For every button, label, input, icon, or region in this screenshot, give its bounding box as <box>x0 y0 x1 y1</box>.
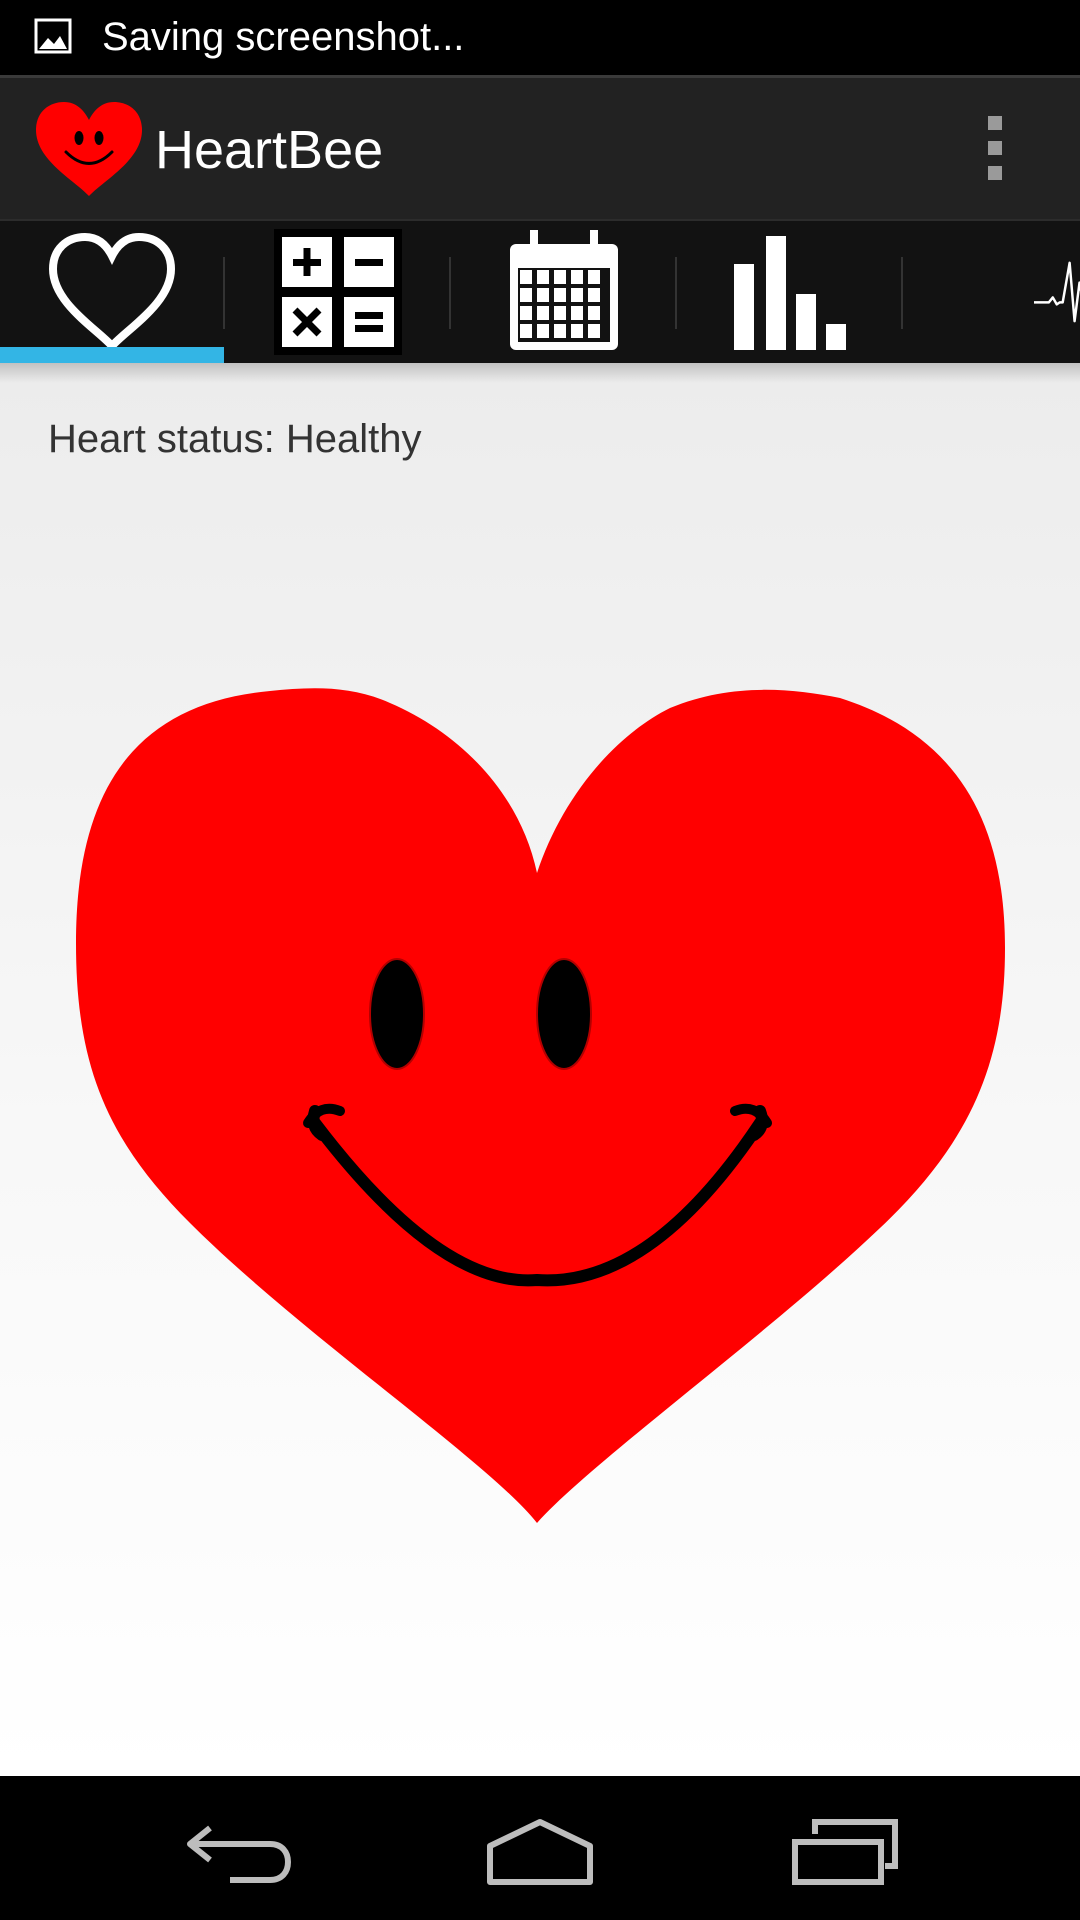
smiley-heart-icon[interactable] <box>34 100 144 198</box>
selected-tab-indicator <box>0 347 224 363</box>
calendar-icon <box>510 230 618 350</box>
heart-status-label: Heart status: Healthy <box>48 417 422 461</box>
tab-calculator[interactable] <box>226 221 451 363</box>
recent-apps-icon[interactable] <box>775 1806 915 1896</box>
back-icon[interactable] <box>170 1806 310 1896</box>
action-bar: HeartBee <box>0 75 1080 219</box>
navigation-bar <box>0 1776 1080 1920</box>
bar-chart-icon <box>734 236 846 350</box>
tab-statistics[interactable] <box>678 221 903 363</box>
tab-calendar[interactable] <box>452 221 677 363</box>
status-bar: Saving screenshot... <box>0 0 1080 75</box>
status-notification-text: Saving screenshot... <box>102 15 465 59</box>
smiley-heart-icon <box>76 688 1005 1523</box>
main-content: Heart status: Healthy <box>0 363 1080 1776</box>
image-icon <box>34 18 72 54</box>
heartbeat-pulse-icon <box>1034 261 1080 323</box>
home-icon[interactable] <box>470 1806 610 1896</box>
overflow-menu-icon[interactable] <box>980 116 1010 186</box>
heart-outline-icon <box>48 232 176 353</box>
app-title: HeartBee <box>155 120 384 180</box>
tab-bar <box>0 219 1080 363</box>
tab-heart-status[interactable] <box>0 221 225 363</box>
calculator-icon <box>274 229 402 355</box>
tab-heart-rate[interactable] <box>904 221 1080 363</box>
